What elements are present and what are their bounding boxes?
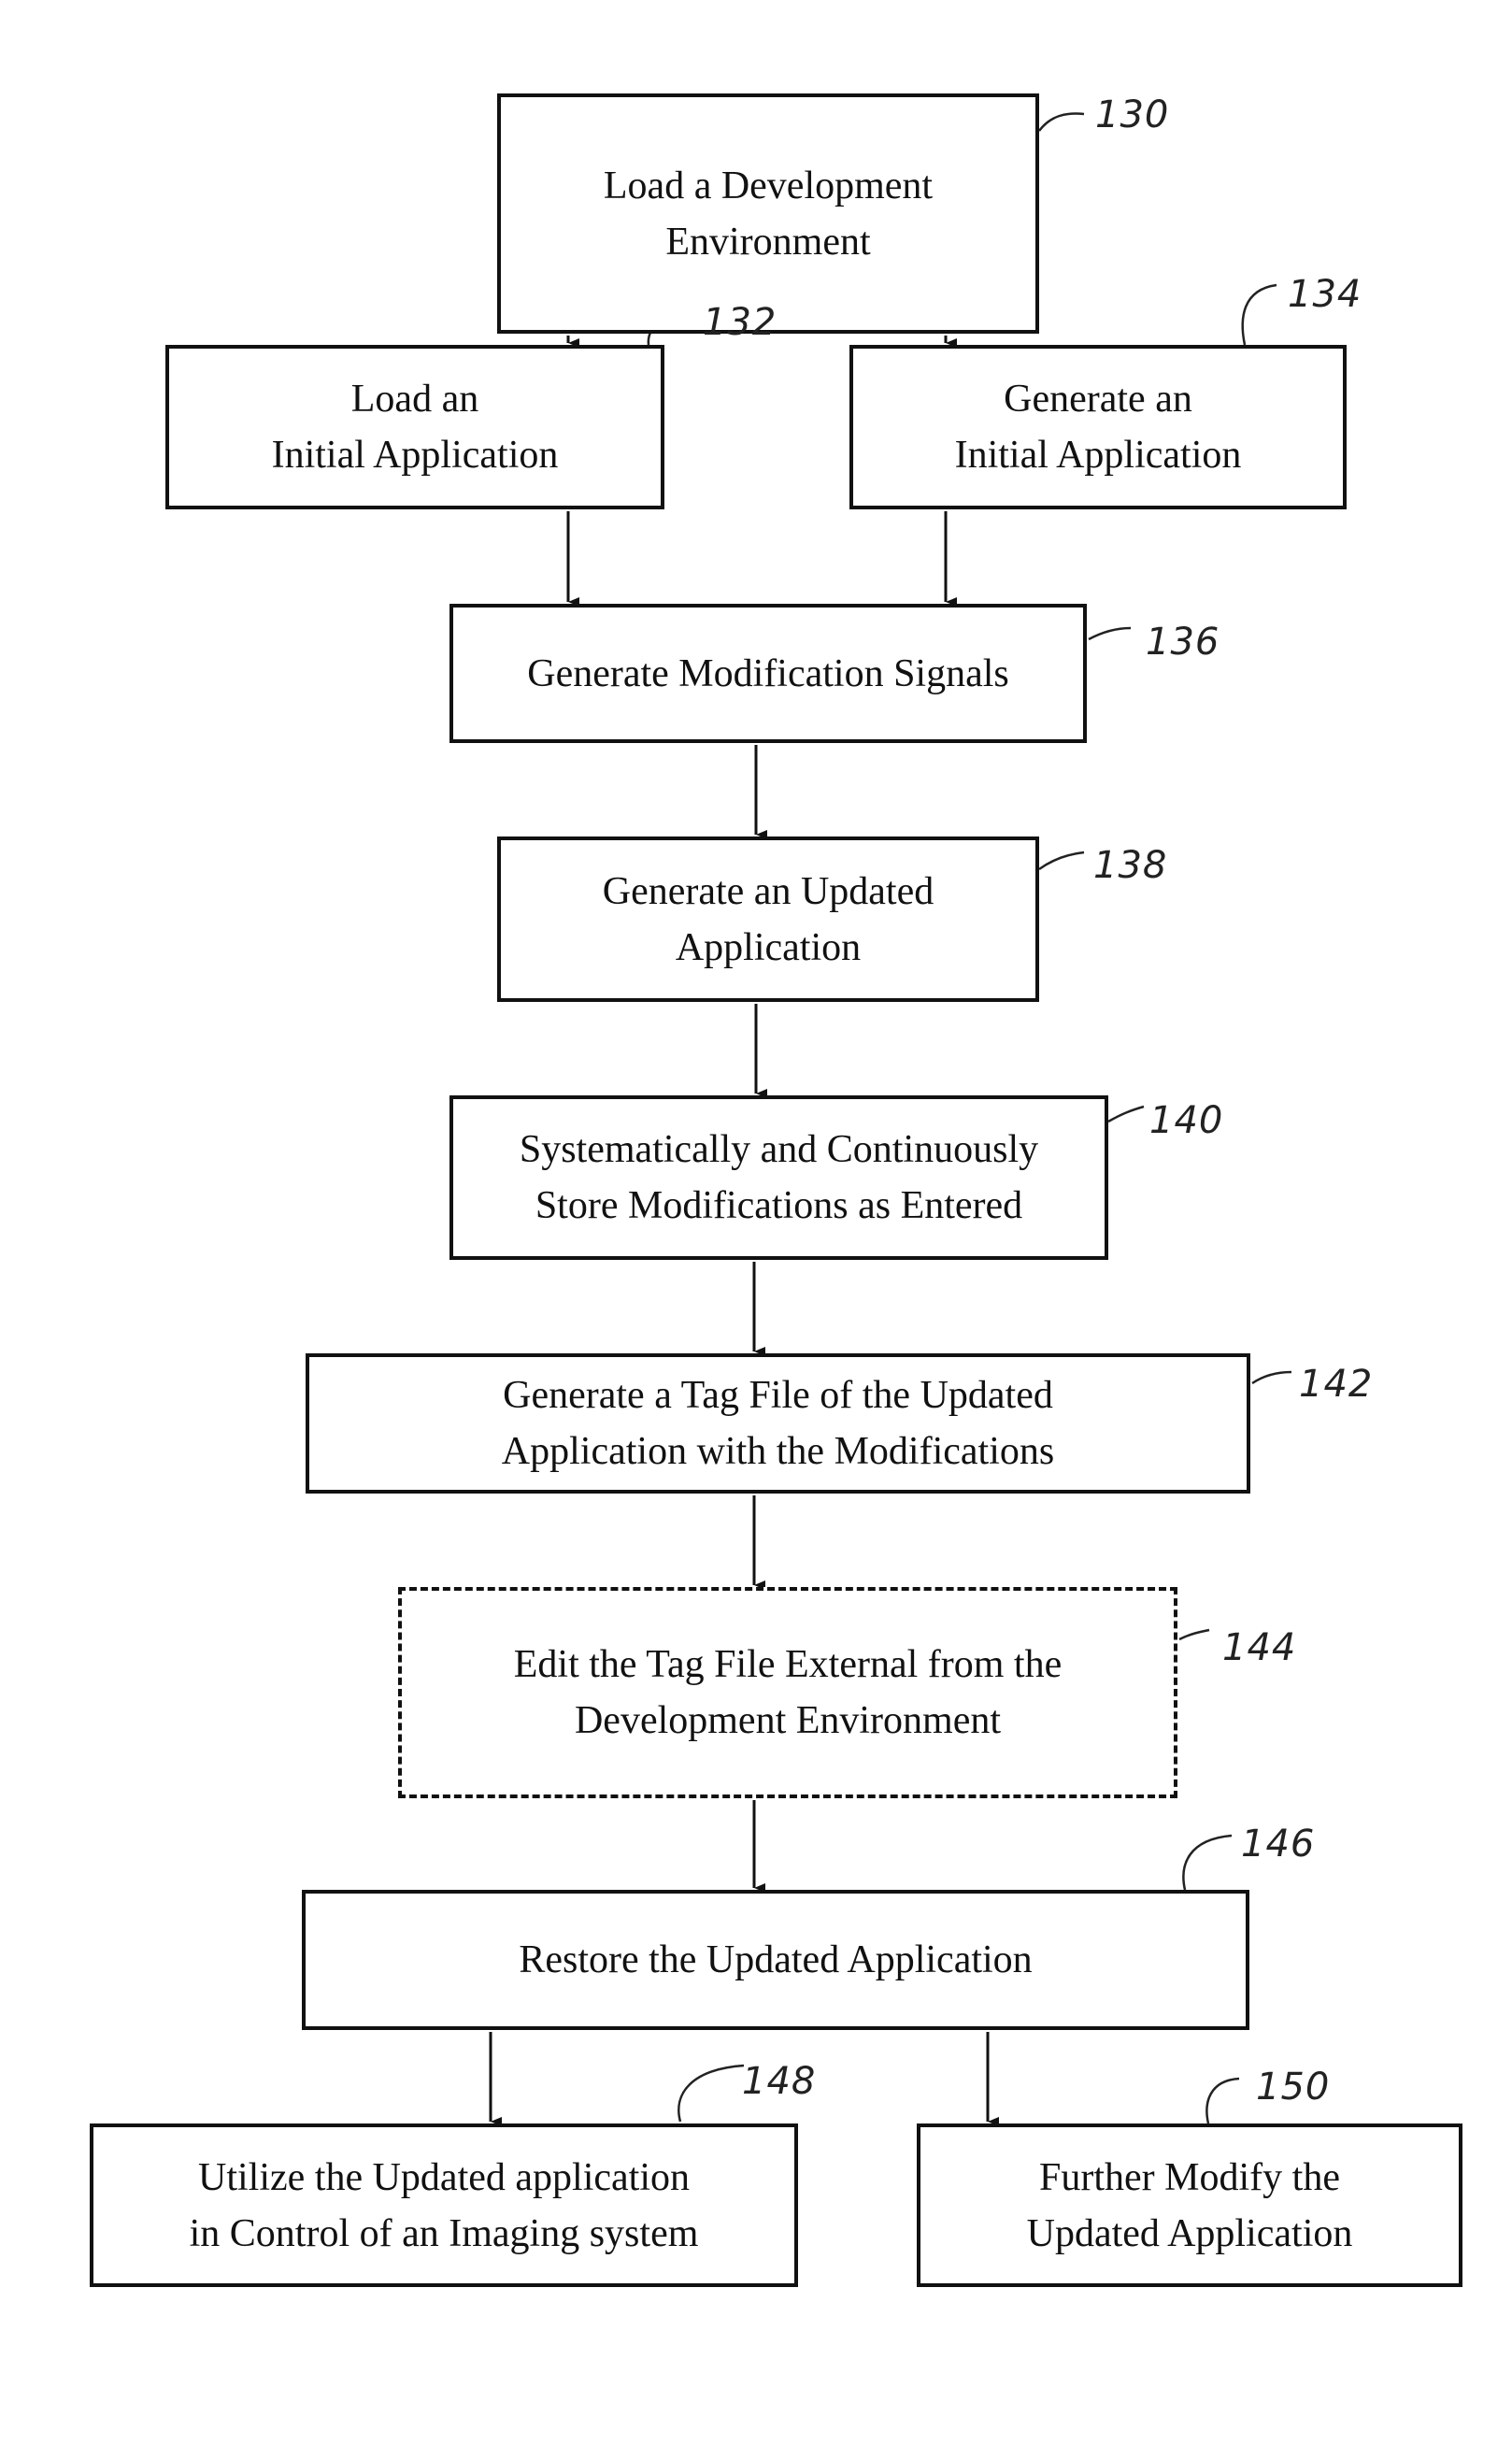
reference-numeral-144: 144 [1222,1626,1297,1669]
step-text-line: Initial Application [954,434,1242,477]
reference-numeral-146: 146 [1241,1823,1316,1866]
step-box-148: Utilize the Updated application in Contro… [90,2123,798,2287]
reference-numeral-150: 150 [1256,2066,1331,2109]
step-text-line: Environment [665,220,871,264]
reference-numeral-142: 142 [1299,1363,1374,1406]
step-text-line: Application [675,925,862,969]
leader-line-140 [1107,1105,1145,1123]
step-text-line: in Control of an Imaging system [189,2211,699,2255]
step-text-line: Further Modify the [1039,2155,1340,2199]
step-box-130: Load a Development Environment [497,93,1039,334]
reference-numeral-148: 148 [742,2060,817,2103]
step-text-line: Load a Development [603,164,934,207]
reference-numeral-136: 136 [1146,621,1220,664]
step-text-line: Generate an Updated [602,869,934,913]
leader-line-144 [1178,1628,1210,1641]
step-box-140: Systematically and Continuously Store Mod… [449,1095,1108,1260]
leader-line-138 [1038,851,1085,871]
step-box-144: Edit the Tag File External from the Devel… [398,1587,1177,1798]
step-text-line: Generate an [1004,378,1192,421]
step-text-line: Generate a Tag File of the Updated [503,1374,1053,1417]
step-text-line: Store Modifications as Entered [535,1184,1023,1227]
reference-numeral-138: 138 [1093,844,1168,887]
leader-line-146 [1182,1834,1233,1891]
leader-line-142 [1251,1370,1292,1385]
step-box-150: Further Modify the Updated Application [917,2123,1462,2287]
step-text-line: Load an [350,378,479,421]
leader-line-136 [1088,626,1132,641]
reference-numeral-130: 130 [1095,93,1170,136]
step-text-line: Generate Modification Signals [527,651,1009,695]
step-text-line: Initial Application [271,434,559,477]
step-text-line: Application with the Modifications [501,1430,1055,1473]
step-box-132: Load an Initial Application [165,345,664,509]
step-text-line: Utilize the Updated application [198,2155,690,2199]
step-text-line: Systematically and Continuously [519,1128,1039,1171]
leader-line-130 [1038,112,1085,132]
leader-line-148 [678,2064,745,2123]
leader-line-150 [1205,2077,1240,2124]
leader-line-134 [1241,283,1277,346]
step-box-134: Generate an Initial Application [849,345,1347,509]
step-text-line: Development Environment [574,1699,1002,1742]
reference-numeral-134: 134 [1288,273,1362,316]
step-box-146: Restore the Updated Application [302,1890,1249,2030]
flowchart-canvas: Load a Development Environment 130 Load an I… [0,0,1512,2445]
step-box-136: Generate Modification Signals [449,604,1087,743]
reference-numeral-140: 140 [1149,1099,1224,1142]
step-box-142: Generate a Tag File of the Updated Applic… [306,1353,1250,1494]
reference-numeral-132: 132 [703,301,777,344]
step-text-line: Edit the Tag File External from the [513,1643,1063,1686]
step-box-138: Generate an Updated Application [497,836,1039,1002]
step-text-line: Restore the Updated Application [519,1938,1033,1981]
step-text-line: Updated Application [1026,2211,1353,2255]
